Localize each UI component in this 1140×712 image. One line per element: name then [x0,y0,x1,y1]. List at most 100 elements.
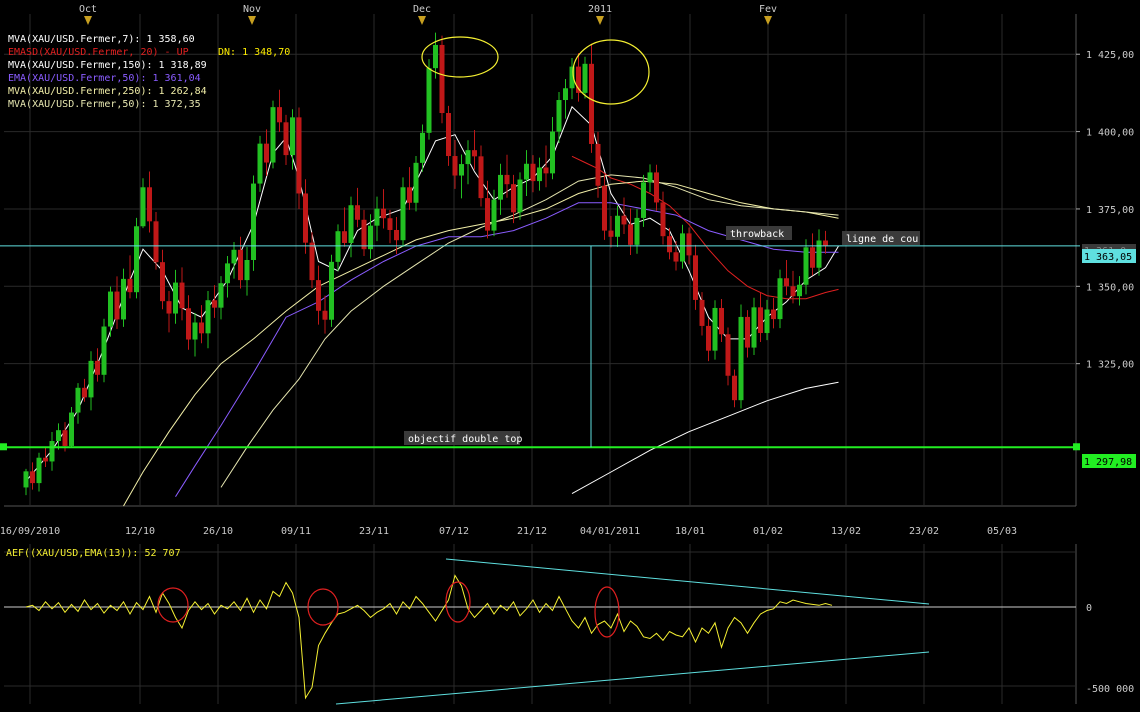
candle-body [504,174,510,185]
candle-body [95,360,100,375]
candle-body [582,63,588,93]
x-tick-label: 16/09/2010 [0,526,60,537]
candle-body [153,221,159,263]
annotation-target: objectif double top [404,431,522,445]
trading-chart[interactable]: Oct Nov Dec 2011 Fev 1 425,00 1 400,00 1 375,0… [0,0,1140,708]
candle-body [790,286,796,297]
candle-body [511,184,516,213]
candle-body [147,187,152,222]
candle-body [49,441,55,462]
legend-ema50: EMA(XAU/USD.Fermer,50): 1 361,04 [8,73,201,84]
candle-body [491,199,497,231]
candle-body [335,231,341,262]
candle-body [823,240,828,246]
x-tick-label: 23/02 [909,526,939,537]
candle-body [712,307,718,351]
candle-body [355,205,360,220]
candle-body [758,307,763,334]
candle-body [270,107,276,163]
candle-body [764,309,770,334]
candle-body [231,249,237,264]
candle-body [127,278,133,293]
legend-mva250: MVA(XAU/USD.Fermer,250): 1 262,84 [8,86,207,97]
candle-body [621,215,627,225]
candle-body [738,316,744,401]
candle-body [342,231,347,243]
candle-body [660,202,666,237]
y-tick-label: 1 375,00 [1086,205,1134,216]
month-label: Oct [79,4,97,15]
candle-body [667,236,672,253]
candle-body [693,255,698,300]
candle-body [114,291,120,320]
candle-body [420,132,425,163]
candle-body [777,278,783,320]
chart-svg[interactable]: Oct Nov Dec 2011 Fev 1 425,00 1 400,00 1 375,0… [0,0,1140,708]
candle-body [212,300,217,308]
candle-body [381,208,386,219]
candle-body [303,193,308,243]
candle-body [446,113,451,157]
x-tick-label: 26/10 [203,526,233,537]
annotation-neckline: ligne de cou [842,231,920,245]
candle-body [407,187,412,203]
legend-mva7: MVA(XAU/USD.Fermer,7): 1 358,60 [8,34,195,45]
candle-body [108,291,113,327]
candle-body [647,172,653,183]
candle-body [413,162,419,203]
candle-body [485,198,490,231]
candle-body [797,284,802,297]
candle-body [784,278,789,287]
x-tick-label: 04/01/2011 [580,526,640,537]
support-handle [0,443,7,451]
month-label: Nov [243,4,261,15]
candle-body [173,282,178,314]
candle-body [517,179,523,213]
candle-body [816,240,822,268]
oscillator-low-label: -500 000 [1086,684,1134,695]
candle-body [30,471,35,484]
candle-body [322,310,328,320]
candle-body [524,163,529,180]
candle-body [56,430,61,442]
candle-body [329,261,334,320]
y-tick-label: 1 325,00 [1086,360,1134,371]
candle-body [23,471,29,488]
legend-emasd20: EMASD(XAU/USD.Fermer, 20) - UP [8,47,189,58]
candle-body [719,307,724,335]
month-label: Dec [413,4,431,15]
candle-body [277,107,282,123]
candle-body [62,430,68,446]
candle-body [121,278,126,320]
candle-body [465,150,471,165]
y-tick-label: 1 425,00 [1086,50,1134,61]
x-tick-label: 21/12 [517,526,547,537]
price-badge-current: 1 361,0 1 363,05 [1082,244,1136,263]
x-tick-label: 13/02 [831,526,861,537]
svg-text:1 363,05: 1 363,05 [1084,252,1132,263]
candle-body [69,412,74,446]
candle-body [192,322,198,340]
legend-mva50: MVA(XAU/USD.Fermer,50): 1 372,35 [8,99,201,110]
candle-body [810,247,815,268]
y-tick-label: 1 400,00 [1086,128,1134,139]
candle-body [478,156,484,199]
candle-body [472,150,477,157]
annotation-throwback: throwback [726,226,792,240]
candle-body [387,218,393,230]
candle-body [654,172,659,203]
svg-text:1 297,98: 1 297,98 [1084,457,1132,468]
candle-body [589,63,594,144]
candle-body [452,156,458,176]
candle-body [641,182,646,218]
candle-body [673,252,679,262]
candle-body [101,326,107,375]
candle-body [199,322,204,334]
candle-body [264,143,269,163]
svg-text:throwback: throwback [730,229,784,240]
candle-body [296,117,302,194]
candle-body [732,375,737,401]
candle-body [433,44,438,69]
candle-body [400,187,406,241]
x-tick-label: 09/11 [281,526,311,537]
